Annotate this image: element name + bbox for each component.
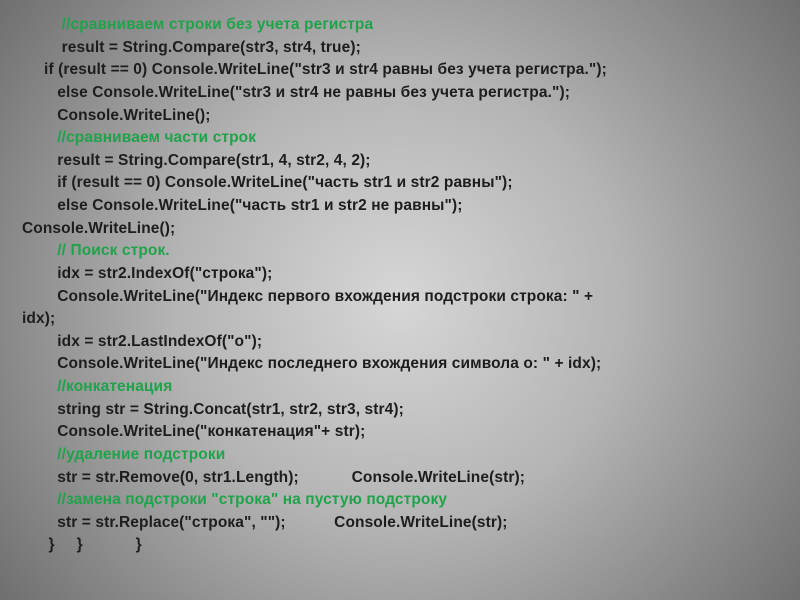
code-line: //замена подстроки "строка" на пустую по… <box>22 489 778 512</box>
code-block: //сравниваем строки без учета регистра r… <box>0 0 800 557</box>
code-line: result = String.Compare(str1, 4, str2, 4… <box>22 150 778 173</box>
code-comment: //сравниваем строки без учета регистра <box>62 16 374 33</box>
code-line: Console.WriteLine(); <box>22 218 778 241</box>
code-line: idx = str2.LastIndexOf("о"); <box>22 331 778 354</box>
code-line: idx); <box>22 308 778 331</box>
code-text: else Console.WriteLine("часть str1 и str… <box>57 197 462 214</box>
code-comment: //замена подстроки "строка" на пустую по… <box>57 491 447 508</box>
code-text: idx = str2.IndexOf("строка"); <box>57 265 272 282</box>
code-text: Console.WriteLine(); <box>22 220 228 237</box>
code-text: Console.WriteLine("Индекс последнего вхо… <box>57 355 601 372</box>
code-line: } } } <box>22 534 778 557</box>
code-line: string str = String.Concat(str1, str2, s… <box>22 399 778 422</box>
code-text: else Console.WriteLine("str3 и str4 не р… <box>57 84 570 101</box>
code-line: Console.WriteLine("Индекс первого вхожде… <box>22 286 778 309</box>
code-line: else Console.WriteLine("часть str1 и str… <box>22 195 778 218</box>
code-line: Console.WriteLine("конкатенация"+ str); <box>22 421 778 444</box>
code-line: //сравниваем строки без учета регистра <box>22 14 778 37</box>
code-text: Console.WriteLine("конкатенация"+ str); <box>57 423 365 440</box>
code-line: result = String.Compare(str3, str4, true… <box>22 37 778 60</box>
code-line: if (result == 0) Console.WriteLine("част… <box>22 172 778 195</box>
code-text: if (result == 0) Console.WriteLine("str3… <box>44 61 607 78</box>
code-text: result = String.Compare(str1, 4, str2, 4… <box>57 152 370 169</box>
code-line: //сравниваем части строк <box>22 127 778 150</box>
code-text: if (result == 0) Console.WriteLine("част… <box>57 174 512 191</box>
code-line: idx = str2.IndexOf("строка"); <box>22 263 778 286</box>
code-comment: // Поиск строк. <box>57 242 169 259</box>
code-text: } } } <box>48 536 141 553</box>
code-line: // Поиск строк. <box>22 240 778 263</box>
code-line: str = str.Remove(0, str1.Length); Consol… <box>22 467 778 490</box>
code-line: //конкатенация <box>22 376 778 399</box>
code-line: str = str.Replace("строка", ""); Console… <box>22 512 778 535</box>
code-line: else Console.WriteLine("str3 и str4 не р… <box>22 82 778 105</box>
code-line: Console.WriteLine("Индекс последнего вхо… <box>22 353 778 376</box>
code-comment: //сравниваем части строк <box>57 129 256 146</box>
code-text: string str = String.Concat(str1, str2, s… <box>57 401 404 418</box>
code-text: str = str.Remove(0, str1.Length); Consol… <box>57 469 525 486</box>
code-text: Console.WriteLine("Индекс первого вхожде… <box>57 288 597 305</box>
code-comment: //конкатенация <box>57 378 172 395</box>
code-line: if (result == 0) Console.WriteLine("str3… <box>22 59 778 82</box>
code-line: //удаление подстроки <box>22 444 778 467</box>
code-text: idx); <box>22 310 55 327</box>
code-text: result = String.Compare(str3, str4, true… <box>62 39 361 56</box>
code-text: Console.WriteLine(); <box>57 107 210 124</box>
code-line: Console.WriteLine(); <box>22 105 778 128</box>
code-text: str = str.Replace("строка", ""); Console… <box>57 514 507 531</box>
code-comment: //удаление подстроки <box>57 446 225 463</box>
code-text: idx = str2.LastIndexOf("о"); <box>57 333 262 350</box>
